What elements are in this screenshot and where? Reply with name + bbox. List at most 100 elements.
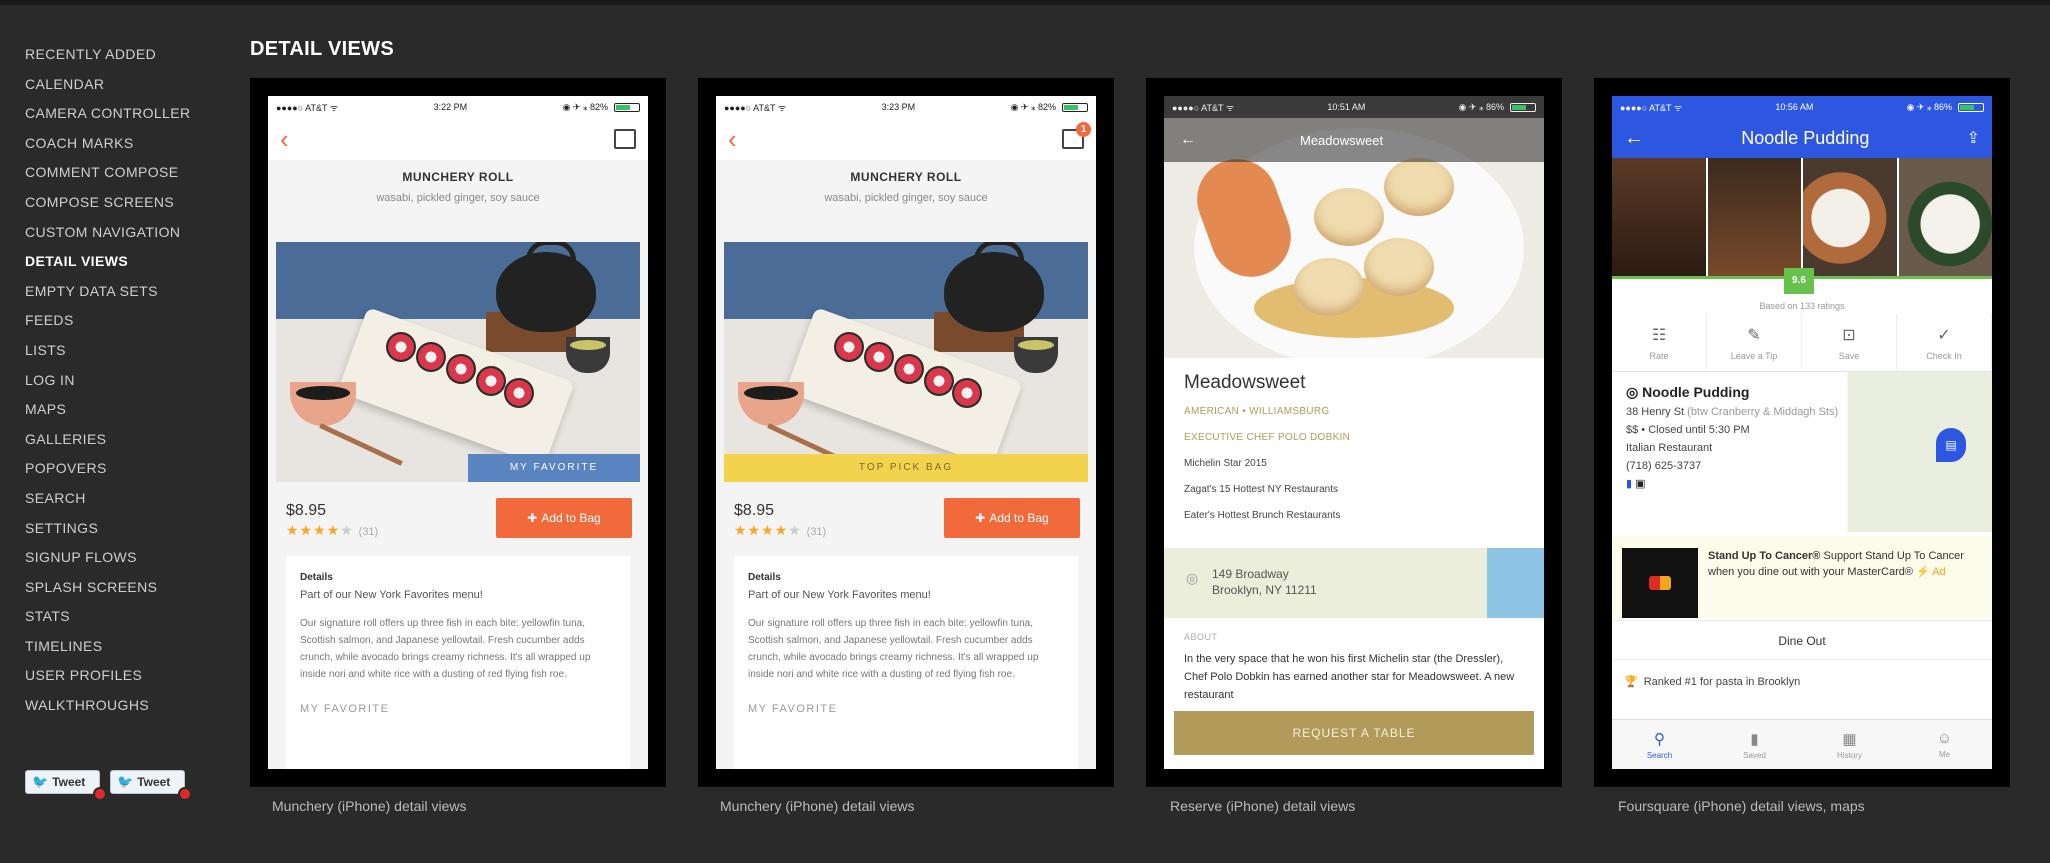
status-bar: ●●●●○ AT&T ᯤ 10:56 AM ◉ ✈ ⁎ 86%: [1612, 96, 1992, 118]
rating-count: (31): [358, 526, 379, 538]
tab-me[interactable]: ☺ Me: [1897, 720, 1992, 769]
pencil-icon: ✎: [1747, 326, 1761, 344]
sidebar-item-walkthroughs[interactable]: WALKTHROUGHS: [25, 691, 215, 721]
sidebar-item-empty-data-sets[interactable]: EMPTY DATA SETS: [25, 277, 215, 307]
add-to-bag-button[interactable]: ✚ Add to Bag: [496, 498, 632, 538]
sidebar-item-maps[interactable]: MAPS: [25, 395, 215, 425]
nav-bar: ‹ 1: [716, 118, 1096, 160]
sidebar-item-galleries[interactable]: GALLERIES: [25, 425, 215, 455]
sidebar-item-feeds[interactable]: FEEDS: [25, 306, 215, 336]
location-icon: ◎: [1626, 384, 1643, 400]
back-chevron-icon[interactable]: ‹: [280, 126, 289, 152]
status-time: 3:23 PM: [881, 102, 916, 112]
sidebar-item-splash-screens[interactable]: SPLASH SCREENS: [25, 573, 215, 603]
bookmark-icon: ⊡: [1842, 326, 1856, 344]
sidebar-item-comment-compose[interactable]: COMMENT COMPOSE: [25, 158, 215, 188]
status-icons: ◉ ✈ ⁎ 86%: [1458, 101, 1504, 112]
screenshot-card-munchery-2[interactable]: ●●●●○ AT&T ᯤ 3:23 PM ◉ ✈ ⁎ 82% ‹ 1 MUNCH…: [698, 78, 1114, 787]
add-to-bag-button[interactable]: ✚ Add to Bag: [944, 498, 1080, 538]
ranking-row[interactable]: 🏆 Ranked #1 for pasta in Brooklyn: [1612, 662, 1992, 702]
card-caption[interactable]: Munchery (iPhone) detail views: [720, 798, 915, 814]
location-map[interactable]: ◎ 149 Broadway Brooklyn, NY 11211: [1164, 548, 1544, 618]
details-body: Our signature roll offers up three fish …: [300, 618, 591, 680]
battery-icon: [614, 102, 640, 112]
sidebar-item-stats[interactable]: STATS: [25, 602, 215, 632]
map-marker-icon[interactable]: ▤: [1936, 428, 1966, 462]
sidebar-item-lists[interactable]: LISTS: [25, 336, 215, 366]
leave-tip-action[interactable]: ✎ Leave a Tip: [1707, 314, 1802, 371]
carrier-label: ●●●●○ AT&T ᯤ: [1620, 102, 1683, 113]
venue-score-badge: 9.6: [1784, 268, 1814, 294]
tweet-button[interactable]: 🐦 Tweet: [25, 770, 107, 801]
sidebar-item-coach-marks[interactable]: COACH MARKS: [25, 129, 215, 159]
menu-icon[interactable]: ▮: [1626, 478, 1632, 490]
save-action[interactable]: ⊡ Save: [1802, 314, 1897, 371]
stars-filled: ★★★★: [734, 522, 789, 538]
teacup-graphic: [1014, 337, 1058, 373]
rate-action[interactable]: ☷ Rate: [1612, 314, 1707, 371]
sidebar-item-search[interactable]: SEARCH: [25, 484, 215, 514]
price: $8.95: [734, 502, 775, 519]
sidebar-item-camera-controller[interactable]: CAMERA CONTROLLER: [25, 99, 215, 129]
sidebar-item-calendar[interactable]: CALENDAR: [25, 70, 215, 100]
favorite-ribbon[interactable]: MY FAVORITE: [468, 454, 640, 482]
nav-bar: ‹: [268, 118, 648, 160]
tweet-button[interactable]: 🐦 Tweet: [110, 770, 192, 801]
sidebar-item-recently-added[interactable]: RECENTLY ADDED: [25, 40, 215, 70]
soy-dish-graphic: [738, 382, 804, 426]
tab-search[interactable]: ⚲ Search: [1612, 720, 1707, 769]
photo-strip[interactable]: [1612, 158, 1992, 278]
check-in-action[interactable]: ✓ Check In: [1897, 314, 1992, 371]
request-table-button[interactable]: REQUEST A TABLE: [1174, 711, 1534, 755]
sidebar-item-popovers[interactable]: POPOVERS: [25, 454, 215, 484]
venue-title: Noodle Pudding: [1741, 127, 1870, 148]
battery-icon: [1958, 102, 1984, 112]
screenshot-card-reserve[interactable]: ●●●●○ AT&T ᯤ 10:51 AM ◉ ✈ ⁎ 86% ← Meadow…: [1146, 78, 1562, 787]
card-caption[interactable]: Munchery (iPhone) detail views: [272, 798, 467, 814]
sidebar-item-detail-views[interactable]: DETAIL VIEWS: [25, 247, 215, 277]
top-pick-ribbon[interactable]: TOP PICK BAG: [724, 454, 1088, 482]
sidebar-item-signup-flows[interactable]: SIGNUP FLOWS: [25, 543, 215, 573]
tab-history[interactable]: ▦ History: [1802, 720, 1897, 769]
details-panel: Details Part of our New York Favorites m…: [734, 556, 1078, 769]
star-rating: ★★★★★ (31): [734, 522, 826, 539]
share-icon[interactable]: ⇪: [1967, 128, 1980, 148]
status-bar: ●●●●○ AT&T ᯤ 3:23 PM ◉ ✈ ⁎ 82%: [716, 96, 1096, 118]
back-chevron-icon[interactable]: ‹: [728, 126, 737, 152]
rate-icon: ☷: [1651, 326, 1667, 344]
star-rating: ★★★★★ (31): [286, 522, 378, 539]
dish-subtitle: wasabi, pickled ginger, soy sauce: [824, 192, 988, 204]
screenshot-card-foursquare[interactable]: ●●●●○ AT&T ᯤ 10:56 AM ◉ ✈ ⁎ 86% ← Noodle…: [1594, 78, 2010, 787]
reservation-icon[interactable]: ▣: [1635, 478, 1645, 490]
venue-photo: [1898, 158, 1992, 278]
dine-out-button[interactable]: Dine Out: [1612, 620, 1992, 660]
back-arrow-icon[interactable]: ←: [1180, 131, 1300, 149]
sidebar-item-user-profiles[interactable]: USER PROFILES: [25, 661, 215, 691]
battery-icon: [1510, 102, 1536, 112]
tab-saved[interactable]: ▮ Saved: [1707, 720, 1802, 769]
sidebar-item-timelines[interactable]: TIMELINES: [25, 632, 215, 662]
about-label: ABOUT: [1184, 632, 1218, 642]
sidebar-item-compose-screens[interactable]: COMPOSE SCREENS: [25, 188, 215, 218]
ad-label: ⚡ Ad: [1916, 566, 1946, 578]
accolade-eater: Eater's Hottest Brunch Restaurants: [1184, 510, 1341, 521]
bag-icon[interactable]: [614, 129, 636, 149]
status-time: 10:51 AM: [1327, 102, 1366, 112]
venue-hours: $$ • Closed until 5:30 PM: [1626, 424, 1750, 436]
back-arrow-icon[interactable]: ←: [1624, 127, 1644, 150]
sidebar-item-custom-navigation[interactable]: CUSTOM NAVIGATION: [25, 218, 215, 248]
screenshot-card-munchery-1[interactable]: ●●●●○ AT&T ᯤ 3:22 PM ◉ ✈ ⁎ 82% ‹ MUNCHER…: [250, 78, 666, 787]
search-icon: ⚲: [1654, 730, 1665, 748]
venue-phone[interactable]: (718) 625-3737: [1626, 459, 1978, 473]
bag-icon[interactable]: 1: [1062, 122, 1091, 149]
history-icon: ▦: [1842, 730, 1857, 748]
action-bar: ☷ Rate ✎ Leave a Tip ⊡ Save ✓ Check In: [1612, 314, 1992, 372]
sidebar-item-settings[interactable]: SETTINGS: [25, 514, 215, 544]
card-caption[interactable]: Foursquare (iPhone) detail views, maps: [1618, 798, 1865, 814]
sidebar-item-log-in[interactable]: LOG IN: [25, 366, 215, 396]
map-pin-icon: ◎: [1186, 570, 1199, 586]
card-caption[interactable]: Reserve (iPhone) detail views: [1170, 798, 1355, 814]
sponsored-ad[interactable]: Stand Up To Cancer® Support Stand Up To …: [1612, 536, 1992, 618]
details-body: Our signature roll offers up three fish …: [748, 618, 1039, 680]
trophy-icon: 🏆: [1624, 676, 1638, 688]
